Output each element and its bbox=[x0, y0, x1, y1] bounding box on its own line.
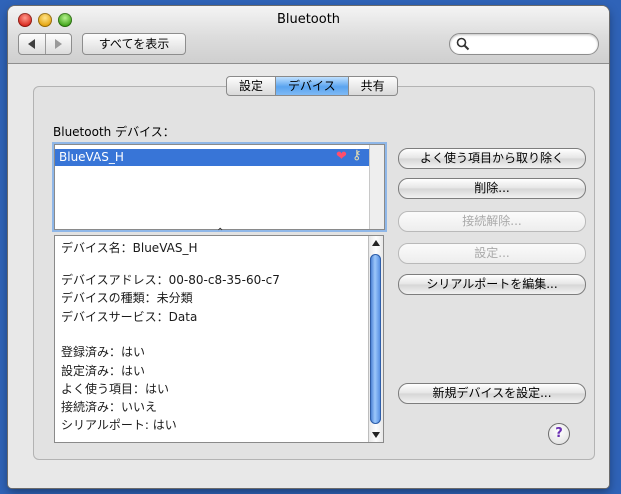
scroll-down-arrow-icon[interactable] bbox=[372, 432, 380, 438]
paired-key-icon: ⚷ bbox=[352, 148, 362, 163]
device-info-panel: デバイス名：BlueVAS_H デバイスアドレス：00-80-c8-35-60-… bbox=[54, 235, 384, 443]
device-row[interactable]: BlueVAS_H ❤ ⚷ bbox=[55, 148, 369, 166]
info-device-type: デバイスの種類：未分類 bbox=[61, 291, 193, 305]
tab-sharing[interactable]: 共有 bbox=[348, 76, 398, 96]
info-device-address: デバイスアドレス：00-80-c8-35-60-c7 bbox=[61, 273, 280, 287]
info-serial-port: シリアルポート: はい bbox=[61, 418, 177, 432]
info-scrollbar[interactable] bbox=[368, 236, 383, 442]
tab-settings[interactable]: 設定 bbox=[226, 76, 277, 96]
edit-serial-port-button[interactable]: シリアルポートを編集... bbox=[398, 274, 586, 295]
back-arrow-icon bbox=[28, 39, 36, 49]
back-forward-group bbox=[18, 33, 72, 55]
search-input[interactable] bbox=[449, 33, 599, 55]
configure-button[interactable]: 設定... bbox=[398, 243, 586, 264]
delete-button[interactable]: 削除... bbox=[398, 178, 586, 199]
scroll-thumb[interactable] bbox=[370, 254, 381, 424]
favorite-heart-icon: ❤ bbox=[336, 149, 347, 164]
info-favorite: よく使う項目：はい bbox=[61, 382, 170, 396]
tab-devices[interactable]: デバイス bbox=[276, 76, 349, 96]
devices-section-label: Bluetooth デバイス： bbox=[53, 125, 175, 139]
disconnect-button[interactable]: 接続解除... bbox=[398, 211, 586, 232]
info-connected: 接続済み：いいえ bbox=[61, 400, 158, 414]
show-all-button[interactable]: すべてを表示 bbox=[82, 33, 186, 55]
device-list[interactable]: BlueVAS_H ❤ ⚷ bbox=[54, 144, 385, 230]
forward-arrow-icon bbox=[54, 39, 62, 49]
info-device-services: デバイスサービス：Data bbox=[61, 310, 198, 324]
device-name: BlueVAS_H bbox=[59, 150, 124, 164]
info-configured: 設定済み：はい bbox=[61, 364, 146, 378]
info-registered: 登録済み：はい bbox=[61, 345, 146, 359]
info-device-name: デバイス名：BlueVAS_H bbox=[61, 241, 198, 255]
title-bar: Bluetooth すべてを表示 bbox=[8, 6, 609, 64]
search-icon bbox=[456, 37, 470, 51]
device-list-scrollbar[interactable] bbox=[369, 145, 384, 229]
remove-favorite-button[interactable]: よく使う項目から取り除く bbox=[398, 148, 586, 169]
tab-bar: 設定 デバイス 共有 bbox=[226, 76, 398, 96]
help-icon[interactable]: ? bbox=[548, 423, 570, 445]
preferences-window: Bluetooth すべてを表示 設定 デバイス 共有 Bluetooth デバ… bbox=[8, 6, 609, 488]
window-title: Bluetooth bbox=[276, 12, 341, 27]
forward-button[interactable] bbox=[44, 34, 72, 54]
back-button[interactable] bbox=[19, 34, 45, 54]
setup-new-device-button[interactable]: 新規デバイスを設定... bbox=[398, 383, 586, 404]
scroll-up-arrow-icon[interactable] bbox=[372, 240, 380, 246]
